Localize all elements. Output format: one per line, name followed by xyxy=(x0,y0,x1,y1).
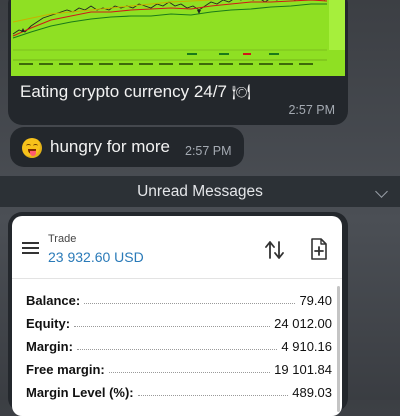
row-value: 19 101.84 xyxy=(274,362,332,377)
message-timestamp: 2:57 PM xyxy=(185,144,232,158)
account-row-equity: Equity: 24 012.00 xyxy=(26,311,332,331)
row-label: Balance: xyxy=(26,293,81,308)
trade-title: Trade xyxy=(48,233,77,245)
trade-screenshot[interactable]: Trade 23 932.60 USD Balance: 79.40 Equit… xyxy=(12,216,342,416)
dotted-leader xyxy=(137,395,289,396)
indicator-mark xyxy=(269,53,279,55)
message-timestamp: 2:57 PM xyxy=(288,103,335,117)
header-divider xyxy=(12,278,342,279)
yum-face-emoji xyxy=(22,138,42,158)
indicator-mark xyxy=(219,53,229,55)
message-text: hungry for more xyxy=(50,137,170,156)
text-message[interactable]: hungry for more 2:57 PM xyxy=(10,127,244,167)
row-label: Margin Level (%): xyxy=(26,385,134,400)
dotted-leader xyxy=(108,372,271,373)
row-value: 489.03 xyxy=(292,385,332,400)
row-value: 24 012.00 xyxy=(274,316,332,331)
row-value: 79.40 xyxy=(299,293,332,308)
dotted-leader xyxy=(84,303,296,304)
unread-messages-divider: Unread Messages xyxy=(0,176,400,207)
indicator-mark xyxy=(243,53,251,55)
unread-messages-label: Unread Messages xyxy=(137,183,263,200)
account-row-balance: Balance: 79.40 xyxy=(26,288,332,308)
price-line xyxy=(12,0,325,35)
account-row-free-margin: Free margin: 19 101.84 xyxy=(26,357,332,377)
sort-icon xyxy=(265,241,284,259)
row-value: 4 910.16 xyxy=(281,339,332,354)
trading-chart-image[interactable] xyxy=(11,0,345,76)
message-text-content: Eating crypto currency 24/7 xyxy=(20,82,227,101)
time-axis-labels xyxy=(19,63,313,65)
menu-icon xyxy=(22,242,39,254)
account-row-margin-level: Margin Level (%): 489.03 xyxy=(26,380,332,400)
dotted-leader xyxy=(76,349,278,350)
screenshot-image-message[interactable]: Trade 23 932.60 USD Balance: 79.40 Equit… xyxy=(8,212,348,416)
price-scale xyxy=(329,0,345,50)
chart-image-message[interactable]: Eating crypto currency 24/7 🍽 2:57 PM xyxy=(8,0,348,125)
row-label: Free margin: xyxy=(26,362,105,377)
new-order-icon xyxy=(311,238,327,260)
account-row-margin: Margin: 4 910.16 xyxy=(26,334,332,354)
row-label: Margin: xyxy=(26,339,73,354)
scrollbar[interactable] xyxy=(337,286,340,412)
dotted-leader xyxy=(74,326,271,327)
moving-average-green xyxy=(12,3,327,39)
message-text: Eating crypto currency 24/7 🍽 xyxy=(20,82,251,102)
price-chart xyxy=(12,0,345,65)
account-balance-header: 23 932.60 USD xyxy=(48,249,144,265)
row-label: Equity: xyxy=(26,316,71,331)
indicator-mark xyxy=(187,53,197,55)
moving-average-red xyxy=(12,0,328,37)
plate-cutlery-icon: 🍽 xyxy=(231,84,251,101)
buy-arrow-icon xyxy=(21,28,25,32)
